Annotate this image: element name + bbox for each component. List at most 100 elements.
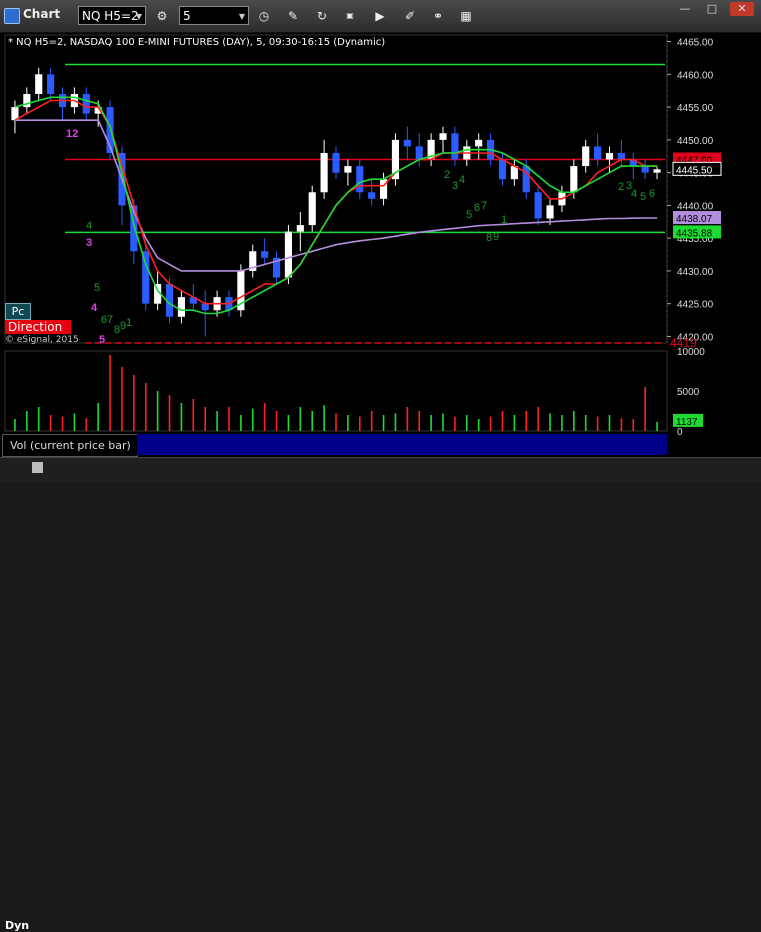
volume-bar (644, 387, 646, 431)
candle-body (570, 166, 578, 193)
count-label: 2 (618, 181, 624, 193)
volume-bar (347, 415, 349, 431)
count-label: 6 (474, 202, 480, 214)
candle-body (546, 205, 554, 219)
volume-marker-label: 1137 (676, 417, 698, 428)
volume-bar (513, 415, 516, 431)
candle-body (308, 192, 316, 226)
candle-body (594, 146, 602, 160)
volume-bar (394, 413, 397, 431)
candle-body (177, 297, 185, 317)
volume-bar (323, 405, 325, 431)
volume-bar (49, 415, 52, 431)
volume-bar (620, 418, 623, 431)
candle-body (368, 192, 376, 199)
minimize-button[interactable]: — (673, 2, 697, 16)
volume-bar (61, 416, 64, 431)
count-label: 4 (86, 220, 92, 232)
candle-body (35, 74, 43, 94)
chart-icon[interactable]: ▦ (456, 6, 476, 26)
price-tick-label: 4425.00 (677, 300, 714, 311)
price-tick-label: 4465.00 (677, 38, 714, 49)
price-tick-label: 4430.00 (677, 267, 714, 278)
volume-bar (192, 399, 195, 431)
volume-bar (228, 407, 230, 431)
candle-body (261, 251, 269, 258)
volume-bar (335, 413, 337, 431)
volume-scroll-region[interactable] (137, 434, 667, 455)
candle-body (82, 93, 90, 114)
volume-bar (561, 415, 563, 431)
zoom-icon[interactable] (32, 462, 43, 473)
volume-bar (73, 413, 76, 431)
volume-bar (14, 419, 16, 431)
chevron-down-icon: ▼ (135, 12, 142, 21)
volume-bar (537, 407, 539, 431)
candle-body (617, 152, 625, 160)
edit-icon[interactable]: ✐ (400, 6, 420, 26)
volume-bar (454, 416, 456, 431)
pencil-icon[interactable]: ✎ (283, 6, 303, 26)
volume-bar (477, 419, 480, 431)
volume-bar (632, 419, 635, 431)
price-chart[interactable]: 4465.004460.004455.004450.004445.004440.… (0, 33, 761, 481)
symbol-input[interactable]: NQ H5=2 ▼ (78, 6, 146, 25)
candle-body (356, 166, 364, 193)
count-label: 8 (486, 232, 492, 244)
volume-bar (608, 415, 611, 431)
count-label: 7 (107, 314, 113, 326)
refresh-icon[interactable]: ↻ (312, 6, 332, 26)
direction-badge[interactable]: Direction (5, 320, 71, 334)
candle-body (320, 152, 328, 193)
close-button[interactable]: ✕ (730, 2, 754, 16)
candle-body (534, 192, 542, 219)
count-label: 12 (66, 128, 78, 140)
volume-bar (358, 416, 361, 431)
symbol-value: NQ H5=2 (82, 9, 139, 23)
link-icon[interactable]: ⚭ (428, 6, 448, 26)
volume-bar (109, 355, 111, 431)
candle-body (605, 152, 614, 160)
copyright-text: © eSignal, 2015 (5, 335, 79, 345)
volume-bar (251, 408, 254, 431)
candle-body (439, 133, 447, 140)
window-title: Chart (23, 7, 61, 21)
interval-input[interactable]: 5 ▼ (179, 6, 249, 25)
volume-bar (180, 403, 183, 431)
count-label: 5 (466, 209, 472, 221)
volume-bar (418, 411, 421, 431)
count-label: 6 (649, 188, 655, 200)
volume-bar (442, 413, 444, 431)
price-tick-label: 4440.00 (677, 201, 714, 212)
volume-bar (311, 411, 314, 431)
fin-icon[interactable]: ▣ (340, 6, 360, 26)
volume-bar (204, 407, 206, 431)
clock-icon[interactable]: ◷ (254, 6, 274, 26)
count-label: 7 (481, 200, 487, 212)
candle-body (47, 74, 55, 94)
volume-bar (466, 415, 468, 431)
candle-body (641, 166, 649, 173)
price-tick-label: 4455.00 (677, 103, 714, 114)
maximize-button[interactable]: □ (700, 2, 724, 16)
ma-green-line (14, 96, 658, 315)
count-label: 1 (501, 214, 507, 226)
play-icon[interactable]: ▶ (370, 6, 390, 26)
volume-bar (156, 391, 159, 431)
time-axis-bar: Dyn (0, 457, 761, 932)
pc-badge[interactable]: Pc (5, 303, 31, 320)
volume-bar (37, 407, 40, 431)
settings-icon[interactable]: ⚙ (152, 6, 172, 26)
volume-bar (406, 407, 409, 431)
candle-body (582, 146, 590, 167)
candle-body (475, 139, 483, 147)
volume-bar (525, 411, 528, 431)
price-marker-label: 4445.50 (676, 165, 713, 176)
volume-bar (26, 411, 28, 431)
volume-tick-label: 5000 (677, 387, 700, 398)
price-marker-label: 4438.07 (676, 214, 713, 225)
candle-body (344, 166, 352, 173)
volume-bar (168, 395, 171, 431)
count-label: 5 (640, 191, 646, 203)
title-bar: Chart NQ H5=2 ▼ ⚙ 5 ▼ ◷ ✎ ↻ ▣ ▶ ✐ ⚭ ▦ — … (0, 0, 761, 33)
